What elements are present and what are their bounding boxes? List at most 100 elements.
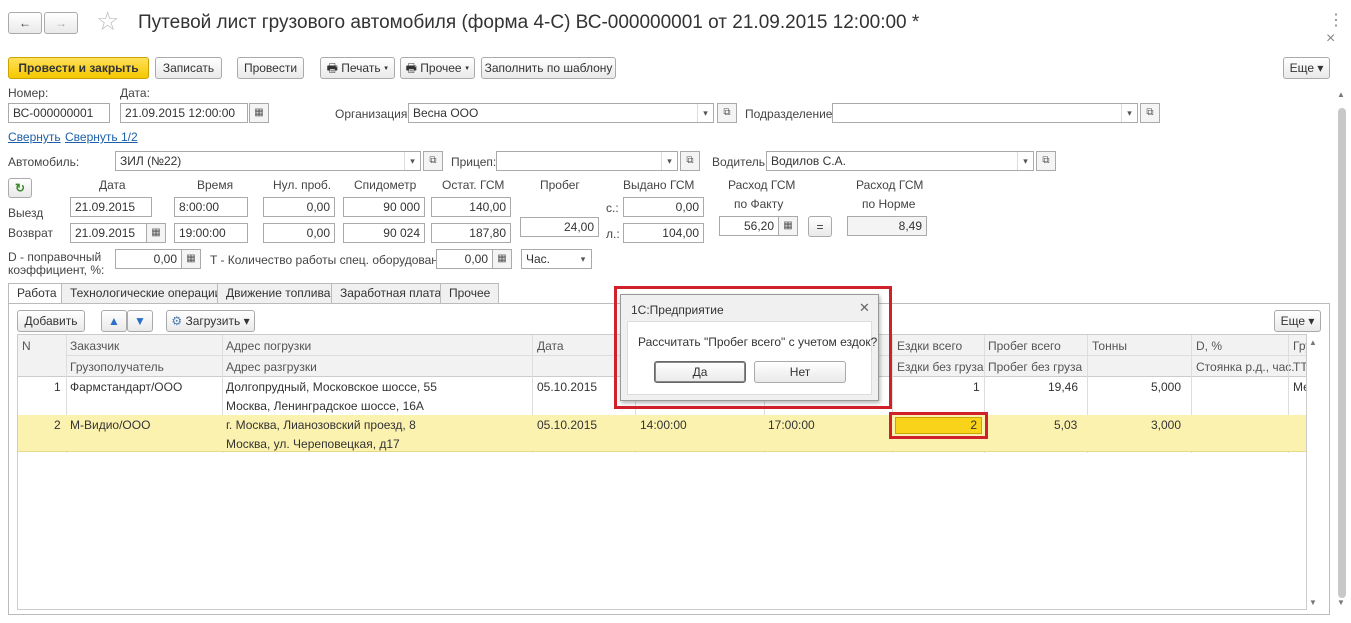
- save-button[interactable]: Записать: [155, 57, 222, 79]
- org-field[interactable]: Весна ООО ▾: [408, 103, 714, 123]
- scroll-up-icon[interactable]: ▲: [1337, 90, 1345, 99]
- more-button[interactable]: Еще ▾: [1283, 57, 1330, 79]
- tab-tech-ops[interactable]: Технологические операции: [61, 283, 231, 303]
- favorite-star-icon[interactable]: ☆: [96, 6, 119, 37]
- load-button[interactable]: ⚙ Загрузить ▾: [166, 310, 255, 332]
- collapse-half-link[interactable]: Свернуть 1/2: [65, 130, 138, 144]
- run-field[interactable]: 24,00: [520, 217, 599, 237]
- row-trips: 1: [973, 380, 980, 394]
- print-button[interactable]: 🖶 Печать ▾: [320, 57, 395, 79]
- scroll-down-icon[interactable]: ▼: [1337, 598, 1345, 607]
- dialog-no-button[interactable]: Нет: [754, 361, 846, 383]
- dialog-yes-button[interactable]: Да: [654, 361, 746, 383]
- dept-label: Подразделение:: [745, 107, 836, 121]
- calculator-icon[interactable]: ▦: [181, 249, 201, 269]
- back-icon: ←: [19, 16, 31, 30]
- trailer-field[interactable]: ▾: [496, 151, 678, 171]
- trailer-label: Прицеп:: [451, 155, 497, 169]
- printer-icon: 🖶: [326, 61, 342, 75]
- back-time-field[interactable]: 19:00:00: [174, 223, 248, 243]
- calendar-icon[interactable]: ▦: [146, 223, 166, 243]
- t-unit-select[interactable]: Час. ▾: [521, 249, 592, 269]
- back-fuel-field[interactable]: 187,80: [431, 223, 511, 243]
- open-trailer-icon[interactable]: ⧉: [680, 151, 700, 171]
- col-time-label: Время: [197, 178, 234, 192]
- col-empty-mileage: Пробег без груза: [988, 360, 1083, 374]
- issued-l-field[interactable]: 104,00: [623, 223, 704, 243]
- out-time-field[interactable]: 8:00:00: [174, 197, 248, 217]
- chevron-down-icon: ▾: [1305, 314, 1315, 328]
- fill-template-button[interactable]: Заполнить по шаблону: [481, 57, 616, 79]
- back-zero-field[interactable]: 0,00: [263, 223, 335, 243]
- col-norm-label-1: Расход ГСМ: [856, 178, 924, 192]
- tab-work[interactable]: Работа: [8, 283, 66, 304]
- collapse-link[interactable]: Свернуть: [8, 130, 61, 144]
- back-button[interactable]: ←: [8, 12, 42, 34]
- refresh-button[interactable]: ↻: [8, 178, 32, 198]
- row-customer: Фармстандарт/ООО: [70, 380, 183, 394]
- tab-fuel-movement[interactable]: Движение топлива: [217, 283, 340, 303]
- col-customer: Заказчик: [70, 339, 120, 353]
- add-button[interactable]: Добавить: [17, 310, 85, 332]
- chevron-down-icon[interactable]: ▾: [1017, 152, 1033, 170]
- more-menu-icon[interactable]: ⋮: [1328, 10, 1344, 30]
- chevron-down-icon[interactable]: ▾: [404, 152, 420, 170]
- table-row-selected[interactable]: 2 М-Видио/ООО г. Москва, Лианозовский пр…: [18, 415, 1306, 452]
- number-field[interactable]: ВС-000000001: [8, 103, 110, 123]
- col-unload-addr: Адрес разгрузки: [226, 360, 317, 374]
- out-odo-field[interactable]: 90 000: [343, 197, 425, 217]
- dialog-close-icon[interactable]: ✕: [859, 300, 870, 316]
- table-scrollbar[interactable]: ▲ ▼: [1308, 336, 1320, 610]
- dialog-body: [627, 321, 872, 395]
- tab-other[interactable]: Прочее: [440, 283, 500, 303]
- scroll-down-icon[interactable]: ▼: [1309, 598, 1317, 607]
- forward-button[interactable]: →: [44, 12, 78, 34]
- date-field[interactable]: 21.09.2015 12:00:00: [120, 103, 248, 123]
- forward-icon: →: [55, 16, 67, 30]
- issued-s-field[interactable]: 0,00: [623, 197, 704, 217]
- back-odo-field[interactable]: 90 024: [343, 223, 425, 243]
- out-fuel-field[interactable]: 140,00: [431, 197, 511, 217]
- scroll-thumb[interactable]: [1338, 108, 1346, 598]
- tab-salary[interactable]: Заработная плата: [331, 283, 451, 303]
- chevron-down-icon[interactable]: ▾: [697, 104, 713, 122]
- dept-field[interactable]: ▾: [832, 103, 1138, 123]
- col-empty-trips: Ездки без груза: [897, 360, 984, 374]
- row-unload-addr: Москва, Ленинградское шоссе, 16А: [226, 399, 424, 413]
- open-driver-icon[interactable]: ⧉: [1036, 151, 1056, 171]
- refresh-icon: ↻: [14, 181, 26, 195]
- open-car-icon[interactable]: ⧉: [423, 151, 443, 171]
- move-up-button[interactable]: ▲: [101, 310, 127, 332]
- chevron-down-icon[interactable]: ▾: [661, 152, 677, 170]
- other-button[interactable]: 🖶 Прочее ▾: [400, 57, 475, 79]
- driver-field[interactable]: Водилов С.А. ▾: [766, 151, 1034, 171]
- calculator-icon[interactable]: ▦: [492, 249, 512, 269]
- fact-field[interactable]: 56,20: [719, 216, 779, 236]
- row-date: 05.10.2015: [537, 418, 598, 432]
- equals-button[interactable]: =: [808, 216, 832, 237]
- scroll-up-icon[interactable]: ▲: [1309, 338, 1317, 347]
- t-field[interactable]: 0,00: [436, 249, 493, 269]
- calculator-icon[interactable]: ▦: [778, 216, 798, 236]
- table-more-button[interactable]: Еще ▾: [1274, 310, 1321, 332]
- calendar-icon[interactable]: ▦: [249, 103, 269, 123]
- open-dept-icon[interactable]: ⧉: [1140, 103, 1160, 123]
- number-label: Номер:: [8, 86, 49, 100]
- move-down-button[interactable]: ▼: [127, 310, 153, 332]
- d-field[interactable]: 0,00: [115, 249, 182, 269]
- confirm-dialog: 1С:Предприятие ✕ Рассчитать "Пробег всег…: [620, 294, 879, 401]
- car-field[interactable]: ЗИЛ (№22) ▾: [115, 151, 421, 171]
- close-icon[interactable]: ×: [1326, 30, 1335, 48]
- chevron-down-icon[interactable]: ▾: [575, 250, 591, 268]
- row-customer: М-Видио/ООО: [70, 418, 151, 432]
- out-date-field[interactable]: 21.09.2015: [70, 197, 152, 217]
- row-mileage: 5,03: [1054, 418, 1078, 432]
- col-mileage: Пробег всего: [988, 339, 1061, 353]
- chevron-down-icon[interactable]: ▾: [1121, 104, 1137, 122]
- out-zero-field[interactable]: 0,00: [263, 197, 335, 217]
- page-scrollbar[interactable]: ▲ ▼: [1336, 90, 1348, 615]
- post-and-close-button[interactable]: Провести и закрыть: [8, 57, 149, 79]
- org-label: Организация:: [335, 107, 411, 121]
- open-org-icon[interactable]: ⧉: [717, 103, 737, 123]
- post-button[interactable]: Провести: [237, 57, 304, 79]
